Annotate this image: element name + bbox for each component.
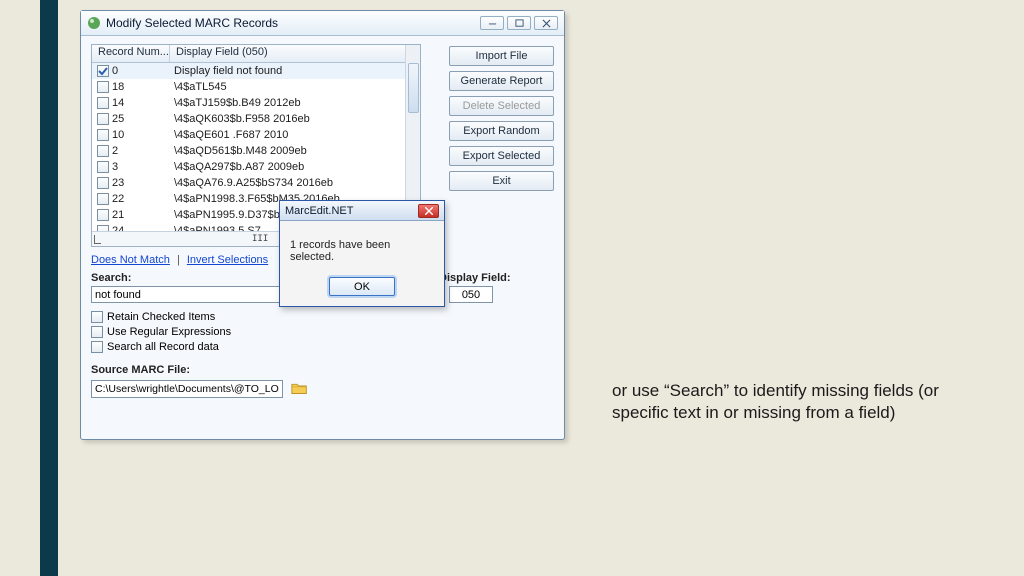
record-number: 25 [112, 113, 124, 125]
search-input[interactable] [91, 286, 281, 303]
col-header-record-number[interactable]: Record Num... [92, 45, 170, 62]
record-number: 22 [112, 193, 124, 205]
display-field-value: \4$aTL545 [170, 81, 420, 93]
table-row[interactable]: 3 \4$aQA297$b.A87 2009eb [92, 159, 420, 175]
link-does-not-match[interactable]: Does Not Match [91, 254, 170, 266]
display-field-value: \4$aQE601 .F687 2010 [170, 129, 420, 141]
export-random-button[interactable]: Export Random [449, 121, 554, 141]
dialog-close-button[interactable] [418, 204, 439, 218]
presentation-side-accent [40, 0, 58, 576]
message-dialog: MarcEdit.NET 1 records have been selecte… [279, 200, 445, 307]
titlebar[interactable]: Modify Selected MARC Records [81, 11, 564, 36]
table-row[interactable]: 25 \4$aQK603$b.F958 2016eb [92, 111, 420, 127]
source-marc-file-label: Source MARC File: [91, 364, 190, 376]
search-label: Search: [91, 272, 131, 284]
row-checkbox[interactable] [97, 209, 109, 221]
dialog-ok-button[interactable]: OK [329, 277, 395, 296]
table-row[interactable]: 23 \4$aQA76.9.A25$bS734 2016eb [92, 175, 420, 191]
app-icon [87, 16, 101, 30]
maximize-button[interactable] [507, 16, 531, 30]
row-checkbox[interactable] [97, 65, 109, 77]
exit-button[interactable]: Exit [449, 171, 554, 191]
display-field-value: Display field not found [170, 65, 420, 77]
display-field-value: \4$aQA76.9.A25$bS734 2016eb [170, 177, 420, 189]
dialog-message: 1 records have been selected. [280, 221, 444, 271]
display-field-value: \4$aQD561$b.M48 2009eb [170, 145, 420, 157]
display-field-value: \4$aQA297$b.A87 2009eb [170, 161, 420, 173]
import-file-button[interactable]: Import File [449, 46, 554, 66]
slide-annotation: or use “Search” to identify missing fiel… [612, 380, 982, 424]
source-marc-file-input[interactable] [91, 380, 283, 398]
display-field-input[interactable] [449, 286, 493, 303]
dialog-titlebar[interactable]: MarcEdit.NET [280, 201, 444, 221]
caret-indicator: III [252, 234, 268, 244]
generate-report-button[interactable]: Generate Report [449, 71, 554, 91]
use-regex-label: Use Regular Expressions [107, 326, 231, 338]
record-number: 14 [112, 97, 124, 109]
record-number: 10 [112, 129, 124, 141]
minimize-button[interactable] [480, 16, 504, 30]
row-checkbox[interactable] [97, 97, 109, 109]
table-row[interactable]: 10 \4$aQE601 .F687 2010 [92, 127, 420, 143]
row-checkbox[interactable] [97, 129, 109, 141]
table-row[interactable]: 2 \4$aQD561$b.M48 2009eb [92, 143, 420, 159]
row-checkbox[interactable] [97, 145, 109, 157]
col-header-display-field[interactable]: Display Field (050) [170, 45, 420, 62]
browse-folder-button[interactable] [290, 379, 309, 398]
scroll-thumb[interactable] [408, 63, 419, 113]
retain-checked-items-checkbox[interactable] [91, 311, 103, 323]
display-field-label: Display Field: [439, 272, 511, 284]
display-field-value: \4$aTJ159$b.B49 2012eb [170, 97, 420, 109]
record-number: 18 [112, 81, 124, 93]
search-all-record-data-label: Search all Record data [107, 341, 219, 353]
record-number: 0 [112, 65, 118, 77]
retain-checked-items-label: Retain Checked Items [107, 311, 215, 323]
delete-selected-button[interactable]: Delete Selected [449, 96, 554, 116]
window-title: Modify Selected MARC Records [106, 16, 278, 30]
record-number: 21 [112, 209, 124, 221]
export-selected-button[interactable]: Export Selected [449, 146, 554, 166]
row-checkbox[interactable] [97, 193, 109, 205]
table-row[interactable]: 0 Display field not found [92, 63, 420, 79]
close-button[interactable] [534, 16, 558, 30]
record-number: 3 [112, 161, 118, 173]
record-number: 23 [112, 177, 124, 189]
use-regex-checkbox[interactable] [91, 326, 103, 338]
link-invert-selections[interactable]: Invert Selections [187, 254, 268, 266]
search-all-record-data-checkbox[interactable] [91, 341, 103, 353]
row-checkbox[interactable] [97, 113, 109, 125]
dialog-title: MarcEdit.NET [285, 205, 353, 217]
display-field-value: \4$aQK603$b.F958 2016eb [170, 113, 420, 125]
row-checkbox[interactable] [97, 161, 109, 173]
record-number: 2 [112, 145, 118, 157]
row-checkbox[interactable] [97, 177, 109, 189]
row-checkbox[interactable] [97, 81, 109, 93]
table-row[interactable]: 18 \4$aTL545 [92, 79, 420, 95]
table-row[interactable]: 14 \4$aTJ159$b.B49 2012eb [92, 95, 420, 111]
